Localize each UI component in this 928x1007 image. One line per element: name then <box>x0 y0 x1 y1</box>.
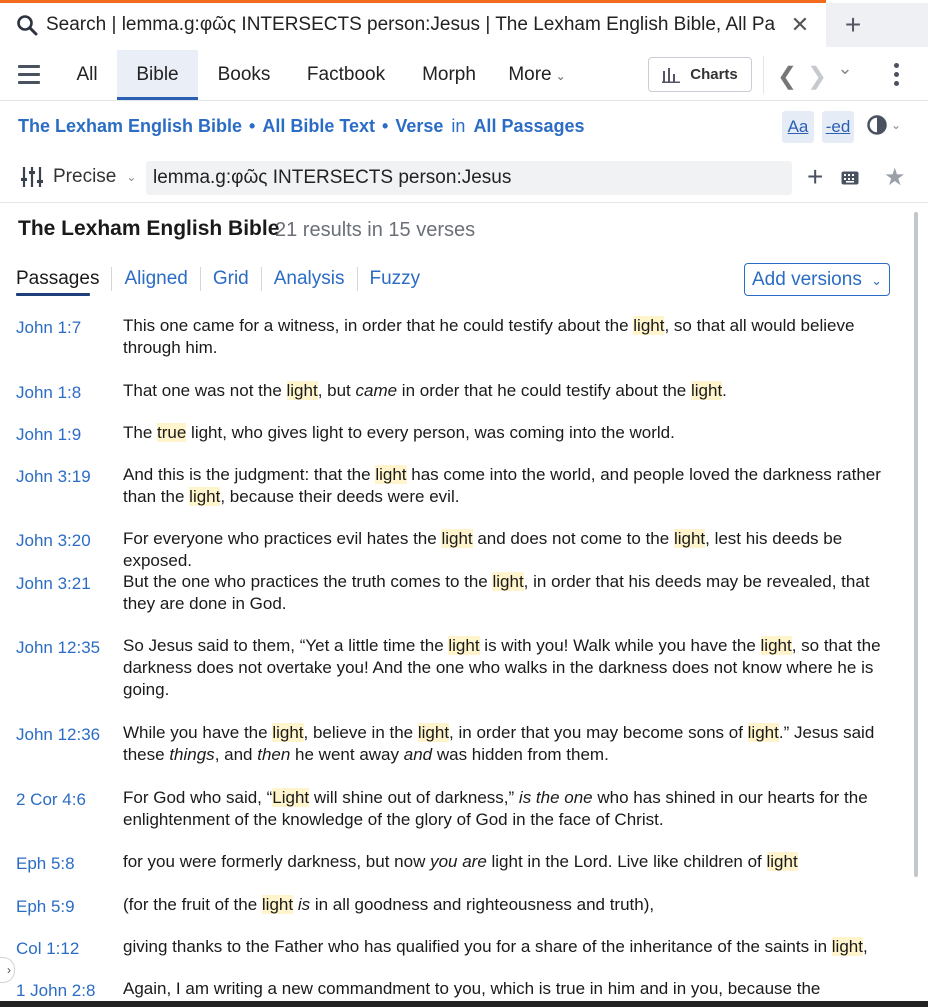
search-input[interactable]: lemma.g:φῶς INTERSECTS person:Jesus <box>146 161 792 195</box>
verse-text: For God who said, “Light will shine out … <box>123 788 868 829</box>
chevron-down-icon: ⌄ <box>555 69 566 83</box>
chevron-down-icon: ⌄ <box>126 170 137 184</box>
tab-all[interactable]: All <box>66 50 108 100</box>
verse-reference-link[interactable]: Col 1:12 <box>16 939 79 959</box>
scrollbar[interactable] <box>914 212 918 877</box>
tab-more[interactable]: More ⌄ <box>502 50 572 100</box>
new-tab-button[interactable]: + <box>838 11 868 41</box>
inline-edit-label: -ed <box>825 117 851 136</box>
contrast-icon <box>867 115 887 135</box>
close-tab-icon[interactable]: ✕ <box>788 13 812 37</box>
tab-passages[interactable]: Passages <box>16 267 113 291</box>
breadcrumb-range[interactable]: All Passages <box>473 116 584 136</box>
breadcrumb: The Lexham English Bible • All Bible Text •… <box>18 116 585 137</box>
tab-analysis[interactable]: Analysis <box>262 267 358 291</box>
verse-text: giving thanks to the Father who has qual… <box>123 937 868 956</box>
verse-reference-link[interactable]: John 12:35 <box>16 638 100 658</box>
tab-grid[interactable]: Grid <box>201 267 262 291</box>
tab-morph[interactable]: Morph <box>413 50 485 100</box>
results-count: 21 results in 15 verses <box>275 219 476 241</box>
navigation-row: All Bible Books Factbook Morph More ⌄ Cha… <box>0 50 928 101</box>
verse-text: This one came for a witness, in order th… <box>123 316 855 357</box>
verse-text: (for the fruit of the light is in all go… <box>123 895 655 914</box>
keyboard-icon[interactable] <box>841 171 859 185</box>
sliders-icon <box>21 167 43 187</box>
verse-reference-link[interactable]: 2 Cor 4:6 <box>16 790 86 810</box>
inline-edit-button[interactable]: -ed <box>822 111 854 143</box>
charts-label: Charts <box>690 66 738 83</box>
breadcrumb-separator: • <box>382 116 389 136</box>
charts-button[interactable]: Charts <box>648 57 752 92</box>
breadcrumb-in: in <box>451 116 466 136</box>
tab-fuzzy[interactable]: Fuzzy <box>358 267 433 291</box>
verse-text: That one was not the light, but came in … <box>123 381 727 400</box>
verse-text: But the one who practices the truth come… <box>123 572 870 613</box>
verse-text: The true light, who gives light to every… <box>123 423 675 442</box>
tab-more-label: More <box>508 64 552 85</box>
menu-icon[interactable] <box>18 65 40 84</box>
back-arrow-icon[interactable]: ❮ <box>776 62 798 91</box>
tab-bar: Search | lemma.g:φῶς INTERSECTS person:J… <box>0 3 928 47</box>
history-dropdown-icon[interactable]: ⌄ <box>834 58 856 79</box>
expand-panel-icon[interactable]: › <box>0 957 15 983</box>
verse-text: So Jesus said to them, “Yet a little tim… <box>123 636 881 699</box>
verse-reference-link[interactable]: Eph 5:9 <box>16 897 75 917</box>
add-query-icon[interactable]: + <box>807 163 823 191</box>
verse-text: While you have the light, believe in the… <box>123 723 875 764</box>
tab-factbook[interactable]: Factbook <box>298 50 394 100</box>
add-versions-button[interactable]: Add versions ⌄ <box>744 263 890 296</box>
breadcrumb-separator: • <box>249 116 256 136</box>
font-settings-button[interactable]: Aa <box>782 111 814 143</box>
verse-reference-link[interactable]: John 3:21 <box>16 574 91 594</box>
verse-reference-link[interactable]: 1 John 2:8 <box>16 981 95 1001</box>
taskbar-edge <box>0 1001 928 1007</box>
favorite-star-icon[interactable]: ★ <box>884 163 906 192</box>
breadcrumb-scope[interactable]: All Bible Text <box>262 116 375 136</box>
tab-books[interactable]: Books <box>210 50 278 100</box>
font-settings-label: Aa <box>787 117 809 136</box>
query-row: Precise ⌄ lemma.g:φῶς INTERSECTS person:… <box>0 158 928 203</box>
verse-text: for you were formerly darkness, but now … <box>123 852 798 871</box>
verse-reference-link[interactable]: John 1:8 <box>16 383 81 403</box>
verse-text: Again, I am writing a new commandment to… <box>123 979 821 998</box>
verse-reference-link[interactable]: John 12:36 <box>16 725 100 745</box>
more-options-icon[interactable] <box>890 63 902 90</box>
verse-text: And this is the judgment: that the light… <box>123 465 881 506</box>
verse-reference-link[interactable]: John 1:7 <box>16 318 81 338</box>
verse-reference-link[interactable]: John 1:9 <box>16 425 81 445</box>
chevron-down-icon: ⌄ <box>891 118 902 132</box>
verse-reference-link[interactable]: John 3:20 <box>16 531 91 551</box>
tab-bible[interactable]: Bible <box>117 50 198 100</box>
results-title: The Lexham English Bible <box>18 217 280 240</box>
active-subtab-indicator <box>16 293 90 296</box>
verse-reference-link[interactable]: John 3:19 <box>16 467 91 487</box>
document-tab[interactable]: Search | lemma.g:φῶς INTERSECTS person:J… <box>0 3 826 47</box>
verse-reference-link[interactable]: Eph 5:8 <box>16 854 75 874</box>
tab-title: Search | lemma.g:φῶς INTERSECTS person:J… <box>46 14 776 35</box>
divider <box>763 56 764 94</box>
bar-chart-icon <box>662 67 681 83</box>
visual-filter-button[interactable]: ⌄ <box>866 114 901 136</box>
search-mode-label: Precise <box>53 166 117 187</box>
tab-aligned[interactable]: Aligned <box>112 267 201 291</box>
forward-arrow-icon[interactable]: ❯ <box>806 62 828 91</box>
breadcrumb-resource[interactable]: The Lexham English Bible <box>18 116 242 136</box>
chevron-down-icon: ⌄ <box>871 273 883 288</box>
breadcrumb-unit[interactable]: Verse <box>395 116 443 136</box>
verse-text: For everyone who practices evil hates th… <box>123 529 843 570</box>
search-mode-dropdown[interactable]: Precise ⌄ <box>20 166 136 188</box>
add-versions-label: Add versions <box>751 269 862 290</box>
search-icon <box>17 15 38 36</box>
